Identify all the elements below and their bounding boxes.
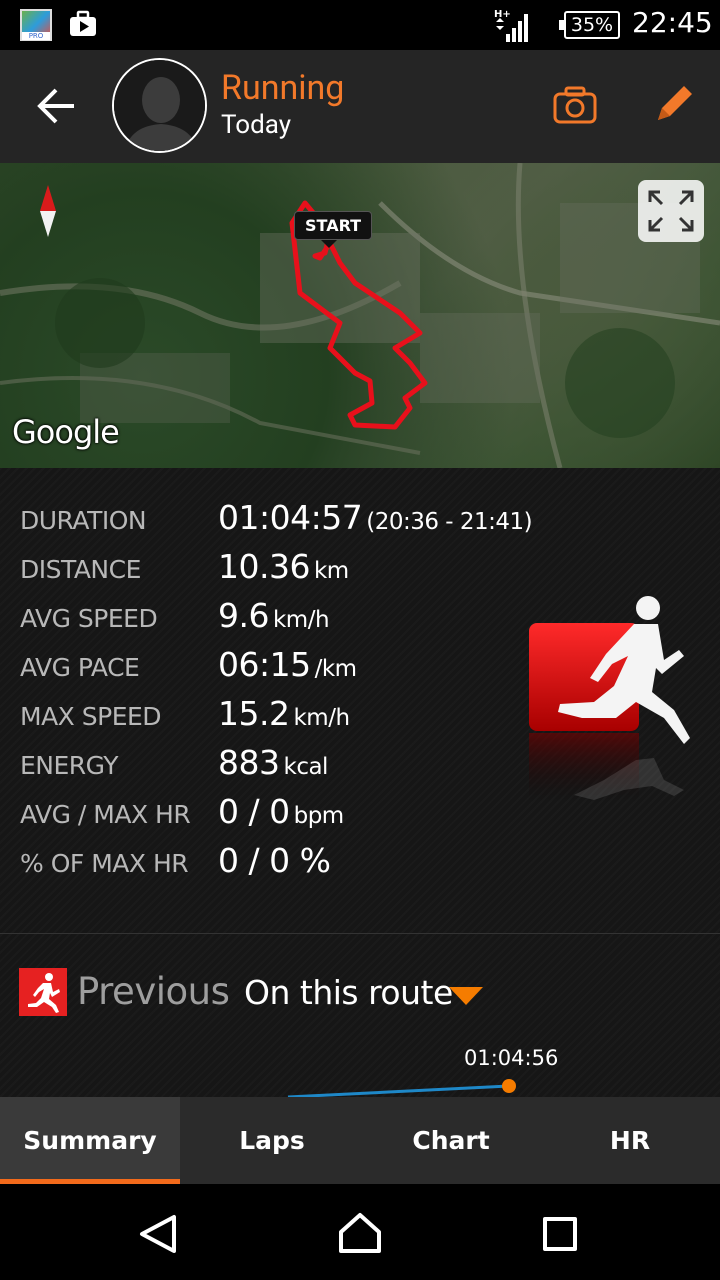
stat-label: AVG / MAX HR (20, 800, 191, 829)
stat-value: 0 / 0 bpm (218, 792, 344, 831)
previous-label: Previous (77, 970, 230, 1013)
signal-icon: H+ (494, 9, 528, 42)
network-type-label: H+ (494, 9, 511, 20)
camera-icon[interactable] (553, 84, 597, 124)
stat-number: 01:04:57 (218, 498, 363, 537)
tab-summary[interactable]: Summary (0, 1097, 180, 1184)
chart-line (287, 1084, 510, 1098)
nav-recents-icon[interactable] (543, 1217, 577, 1251)
section-divider (0, 933, 720, 934)
stat-number: 883 (218, 743, 280, 782)
stat-unit: /km (314, 656, 357, 682)
stat-label: ENERGY (20, 751, 119, 780)
stat-value: 0 / 0 % (218, 841, 334, 880)
tab-chart[interactable]: Chart (361, 1097, 541, 1184)
back-arrow-icon[interactable] (36, 86, 78, 126)
stat-value: 9.6 km/h (218, 596, 330, 635)
avatar[interactable] (112, 58, 207, 153)
stat-row-duration: DURATION 01:04:57 (20:36 - 21:41) (0, 498, 720, 547)
stat-unit: bpm (293, 803, 345, 829)
stat-number: 0 / 0 (218, 792, 290, 831)
tab-bar: Summary Laps Chart HR (0, 1097, 720, 1184)
chart-point (502, 1079, 516, 1093)
previous-runner-icon (19, 968, 67, 1016)
status-bar: PRO H+ 35% 22:45 (0, 0, 720, 50)
media-notification-icon (70, 10, 96, 36)
app-header: Running Today (0, 50, 720, 163)
start-marker: START (294, 211, 373, 248)
running-activity-icon (529, 596, 690, 803)
stat-unit: km (313, 558, 349, 584)
stat-number: 06:15 (218, 645, 311, 684)
page-subtitle: Today (221, 110, 292, 140)
chevron-down-icon[interactable] (449, 987, 483, 1005)
stat-label: DURATION (20, 506, 147, 535)
fullscreen-button[interactable] (638, 180, 704, 242)
stat-value: 06:15/km (218, 645, 357, 684)
stat-value: 10.36 km (218, 547, 349, 586)
stat-row-max-hr-percent: % OF MAX HR 0 / 0 % (0, 841, 720, 890)
nav-back-icon[interactable] (138, 1214, 178, 1254)
stat-label: MAX SPEED (20, 702, 162, 731)
tab-laps[interactable]: Laps (182, 1097, 362, 1184)
app-notification-icon: PRO (20, 9, 52, 41)
stat-value: 01:04:57 (20:36 - 21:41) (218, 498, 533, 537)
google-attribution: Google (12, 413, 120, 451)
battery-indicator: 35% (559, 11, 620, 39)
chart-time-label: 01:04:56 (464, 1046, 559, 1070)
previous-chart[interactable] (0, 1070, 720, 1098)
stat-value: 883 kcal (218, 743, 328, 782)
avatar-silhouette-icon (114, 60, 205, 151)
stat-unit: km/h (293, 705, 350, 731)
stat-label: AVG PACE (20, 653, 140, 682)
stat-label: % OF MAX HR (20, 849, 189, 878)
nav-home-icon[interactable] (338, 1212, 382, 1254)
stat-unit: (20:36 - 21:41) (366, 509, 533, 535)
stat-label: AVG SPEED (20, 604, 158, 633)
clock: 22:45 (632, 6, 713, 39)
stat-unit: kcal (283, 754, 329, 780)
stat-value: 15.2 km/h (218, 694, 350, 733)
stat-number: 9.6 (218, 596, 269, 635)
stat-number: 0 / 0 % (218, 841, 331, 880)
stat-label: DISTANCE (20, 555, 141, 584)
compass-icon[interactable] (38, 185, 58, 237)
app-badge-label: PRO (22, 32, 50, 40)
route-map[interactable]: START Google (0, 163, 720, 468)
page-title: Running (221, 68, 345, 108)
route-filter-dropdown[interactable]: On this route (244, 973, 453, 1012)
stat-unit: km/h (272, 607, 330, 633)
expand-icon (648, 190, 694, 232)
edit-pencil-icon[interactable] (654, 82, 696, 124)
stat-number: 10.36 (218, 547, 310, 586)
system-nav-bar (0, 1184, 720, 1280)
stat-row-distance: DISTANCE 10.36 km (0, 547, 720, 596)
stat-number: 15.2 (218, 694, 290, 733)
tab-hr[interactable]: HR (540, 1097, 720, 1184)
